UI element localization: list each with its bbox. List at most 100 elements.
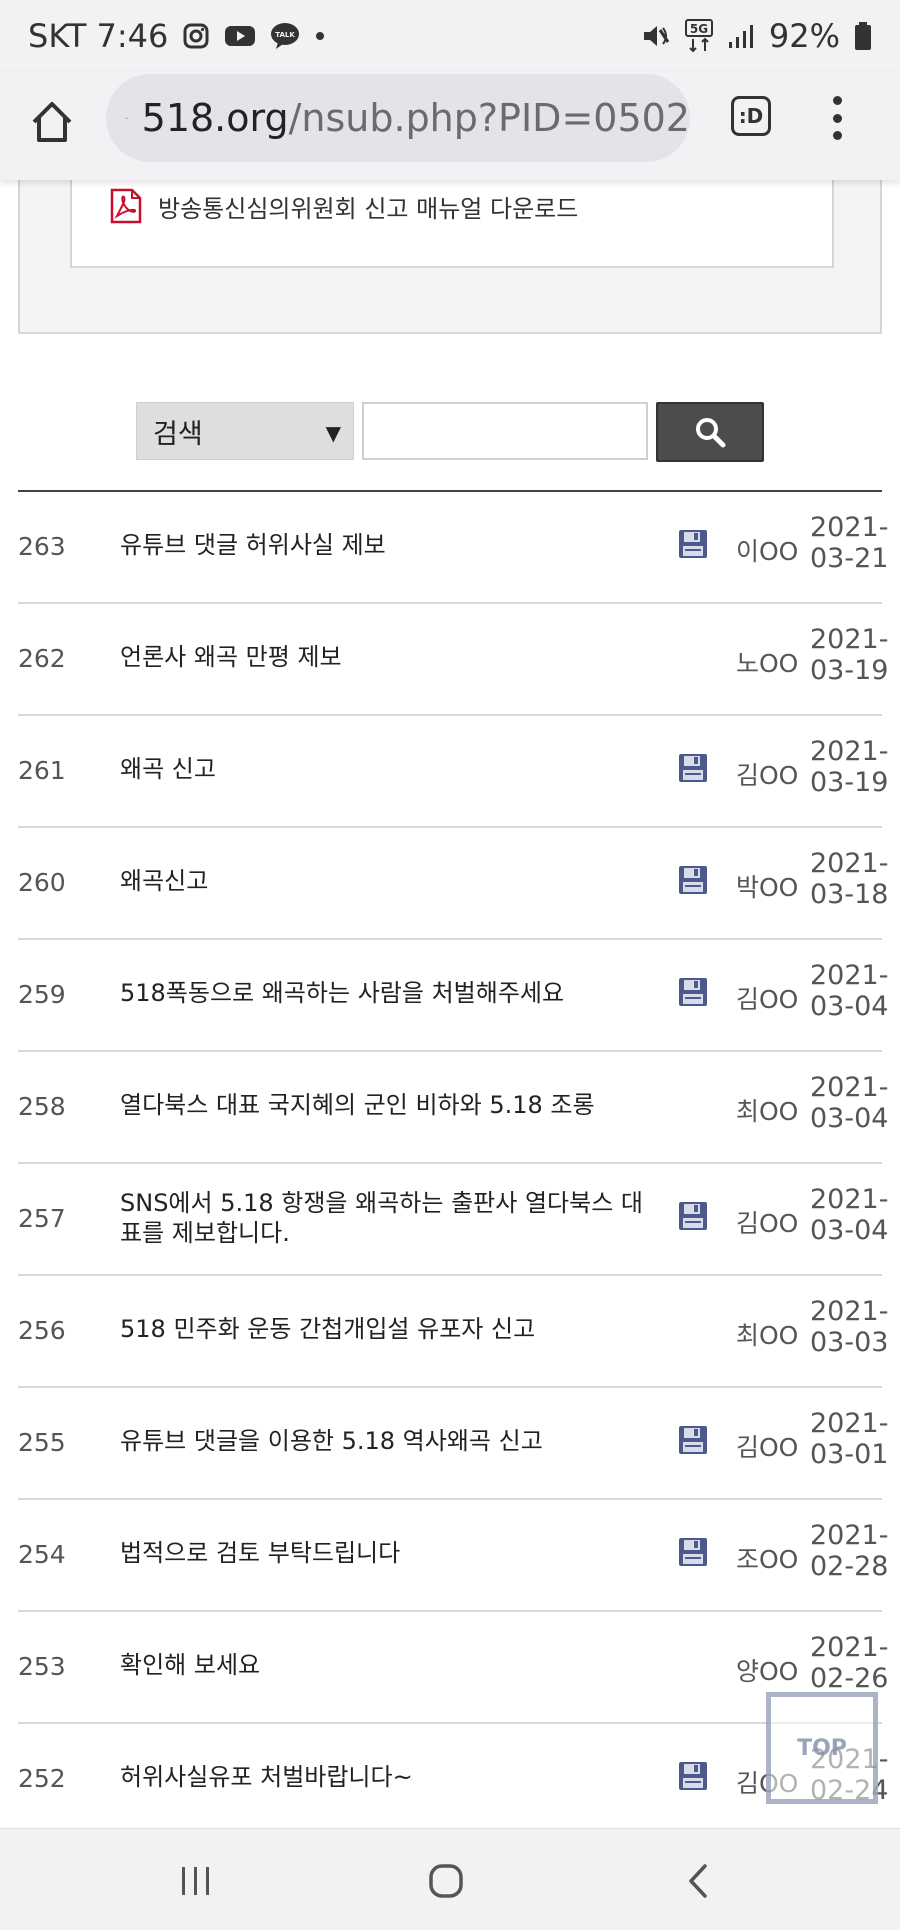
network-label: 5G	[690, 22, 708, 36]
youtube-icon	[224, 24, 256, 48]
signal-icon	[727, 22, 755, 50]
post-number: 255	[18, 1428, 66, 1457]
post-author: 김OO	[736, 1433, 799, 1462]
home-nav-button[interactable]	[416, 1853, 476, 1909]
attachment-disk-icon	[677, 864, 709, 896]
table-row[interactable]: 254 법적으로 검토 부탁드립니다 조OO 2021- 02-28	[18, 1500, 888, 1612]
table-row[interactable]: 253 확인해 보세요 양OO 2021- 02-26	[18, 1612, 888, 1724]
scroll-top-button[interactable]: TOP	[766, 1692, 878, 1804]
status-bar: SKT 7:46 TALK 5G 92%	[0, 0, 900, 72]
post-date: 2021- 03-04	[810, 960, 890, 1022]
table-row[interactable]: 263 유튜브 댓글 허위사실 제보 이OO 2021- 03-21	[18, 492, 888, 604]
search-button[interactable]	[656, 402, 764, 462]
post-author: 김OO	[736, 1209, 799, 1238]
post-title-link[interactable]: 언론사 왜곡 만평 제보	[120, 642, 660, 672]
post-number: 252	[18, 1764, 66, 1793]
post-title-link[interactable]: 열다북스 대표 국지혜의 군인 비하와 5.18 조롱	[120, 1090, 660, 1120]
address-bar[interactable]: 518.org/nsub.php?PID=0502	[106, 74, 690, 162]
notification-dot-icon	[314, 30, 326, 42]
post-date-year: 2021-	[810, 624, 889, 655]
post-title-link[interactable]: 518 민주화 운동 간첩개입설 유포자 신고	[120, 1314, 660, 1344]
post-title-link[interactable]: 확인해 보세요	[120, 1650, 660, 1680]
table-row[interactable]: 256 518 민주화 운동 간첩개입설 유포자 신고 최OO 2021- 03-03	[18, 1276, 888, 1388]
post-author: 김OO	[736, 985, 799, 1014]
post-date-monthday: 03-04	[810, 1215, 889, 1246]
post-date: 2021- 03-04	[810, 1072, 890, 1134]
post-date: 2021- 03-18	[810, 848, 890, 910]
post-date-year: 2021-	[810, 1072, 889, 1103]
post-date-year: 2021-	[810, 736, 889, 767]
post-title-link[interactable]: 유튜브 댓글 허위사실 제보	[120, 530, 660, 560]
table-row[interactable]: 257 SNS에서 5.18 항쟁을 왜곡하는 출판사 열다북스 대표를 제보합니…	[18, 1164, 888, 1276]
browser-toolbar: 518.org/nsub.php?PID=0502 :D	[0, 72, 900, 180]
post-number: 259	[18, 980, 66, 1009]
search-row: 검색 ▼	[136, 402, 764, 462]
pdf-icon	[110, 188, 142, 224]
post-title-link[interactable]: SNS에서 5.18 항쟁을 왜곡하는 출판사 열다북스 대표를 제보합니다.	[120, 1188, 660, 1248]
post-date-year: 2021-	[810, 960, 889, 991]
back-chevron-icon	[689, 1864, 707, 1898]
attachment-disk-icon	[677, 976, 709, 1008]
post-number: 260	[18, 868, 66, 897]
warning-icon	[126, 117, 128, 119]
post-author: 김OO	[736, 761, 799, 790]
post-number: 258	[18, 1092, 66, 1121]
post-title-link[interactable]: 허위사실유포 처벌바랍니다~	[120, 1762, 660, 1792]
post-title-link[interactable]: 왜곡신고	[120, 866, 660, 896]
battery-icon	[854, 21, 872, 51]
post-date: 2021- 03-21	[810, 512, 890, 574]
search-input[interactable]	[362, 402, 648, 460]
carrier-time: SKT 7:46	[28, 17, 169, 55]
post-date-monthday: 03-04	[810, 1103, 889, 1134]
post-date-monthday: 03-04	[810, 991, 889, 1022]
home-button[interactable]	[24, 94, 80, 150]
post-title-link[interactable]: 유튜브 댓글을 이용한 5.18 역사왜곡 신고	[120, 1426, 660, 1456]
dropdown-arrow-icon: ▼	[325, 421, 341, 445]
post-date-monthday: 03-18	[810, 879, 889, 910]
table-row[interactable]: 258 열다북스 대표 국지혜의 군인 비하와 5.18 조롱 최OO 2021- 03…	[18, 1052, 888, 1164]
post-list: 263 유튜브 댓글 허위사실 제보 이OO 2021- 03-21 262 언론사 왜곡 …	[18, 492, 888, 1836]
menu-dot	[832, 113, 842, 123]
post-date: 2021- 02-28	[810, 1520, 890, 1582]
recent-apps-icon	[182, 1867, 209, 1895]
post-title-link[interactable]: 518폭동으로 왜곡하는 사람을 처벌해주세요	[120, 978, 660, 1008]
post-date: 2021- 03-01	[810, 1408, 890, 1470]
manual-download-link[interactable]: 방송통신심의위원회 신고 매뉴얼 다운로드	[108, 188, 578, 224]
attachment-disk-icon	[677, 1536, 709, 1568]
table-row[interactable]: 255 유튜브 댓글을 이용한 5.18 역사왜곡 신고 김OO 2021- 03-01	[18, 1388, 888, 1500]
home-circle-icon	[429, 1864, 463, 1898]
post-title-link[interactable]: 왜곡 신고	[120, 754, 660, 784]
post-number: 257	[18, 1204, 66, 1233]
post-date-year: 2021-	[810, 1632, 889, 1663]
attachment-disk-icon	[677, 1760, 709, 1792]
post-date-monthday: 03-19	[810, 767, 889, 798]
manual-download-label: 방송통신심의위원회 신고 매뉴얼 다운로드	[158, 194, 579, 223]
mute-icon	[641, 22, 671, 50]
table-row[interactable]: 259 518폭동으로 왜곡하는 사람을 처벌해주세요 김OO 2021- 03-04	[18, 940, 888, 1052]
menu-dot	[832, 96, 842, 105]
browser-menu-button[interactable]	[822, 90, 852, 146]
post-title-link[interactable]: 법적으로 검토 부탁드립니다	[120, 1538, 660, 1568]
post-date: 2021- 03-04	[810, 1184, 890, 1246]
back-button[interactable]	[668, 1853, 728, 1909]
recent-apps-button[interactable]	[166, 1853, 226, 1909]
attachment-disk-icon	[677, 1200, 709, 1232]
post-date-year: 2021-	[810, 848, 889, 879]
table-row[interactable]: 261 왜곡 신고 김OO 2021- 03-19	[18, 716, 888, 828]
post-author: 최OO	[736, 1097, 799, 1126]
search-type-select[interactable]: 검색 ▼	[136, 402, 354, 460]
tab-switcher-button[interactable]: :D	[731, 96, 771, 136]
post-date-monthday: 03-19	[810, 655, 889, 686]
search-icon	[696, 418, 726, 448]
kakaotalk-icon: TALK	[270, 22, 300, 50]
post-date: 2021- 02-26	[810, 1632, 890, 1694]
post-author: 양OO	[736, 1657, 799, 1686]
post-author: 최OO	[736, 1321, 799, 1350]
post-date-year: 2021-	[810, 512, 889, 543]
table-row[interactable]: 262 언론사 왜곡 만평 제보 노OO 2021- 03-19	[18, 604, 888, 716]
table-row[interactable]: 260 왜곡신고 박OO 2021- 03-18	[18, 828, 888, 940]
table-row[interactable]: 252허위사실유포 처벌바랍니다~김OO2021-02-24	[18, 1724, 888, 1836]
url-host: 518.org	[141, 96, 289, 140]
post-date-monthday: 03-21	[810, 543, 889, 574]
post-author: 노OO	[736, 649, 799, 678]
